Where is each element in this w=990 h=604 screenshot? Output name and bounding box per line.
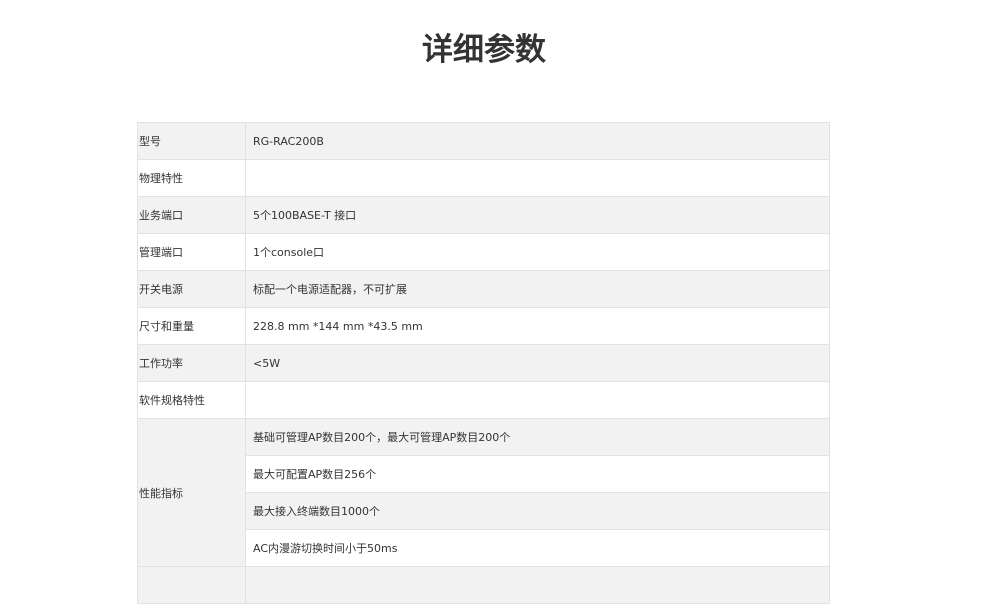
table-row: 业务端口 5个100BASE-T 接口 xyxy=(137,196,830,234)
spec-value: RG-RAC200B xyxy=(245,122,830,160)
spec-table: 型号 RG-RAC200B 物理特性 业务端口 5个100BASE-T 接口 管… xyxy=(137,122,830,604)
page-title: 详细参数 xyxy=(422,32,546,68)
spec-value: 最大可配置AP数目256个 xyxy=(245,455,830,493)
spec-value xyxy=(245,381,830,419)
spec-label: 型号 xyxy=(137,122,246,160)
table-row: 管理端口 1个console口 xyxy=(137,233,830,271)
table-row: 工作功率 <5W xyxy=(137,344,830,382)
spec-label: 工作功率 xyxy=(137,344,246,382)
spec-label: 尺寸和重量 xyxy=(137,307,246,345)
spec-value xyxy=(245,566,830,604)
spec-value xyxy=(245,159,830,197)
spec-value: 5个100BASE-T 接口 xyxy=(245,196,830,234)
spec-label xyxy=(137,566,246,604)
spec-label: 性能指标 xyxy=(137,418,246,567)
spec-value: 1个console口 xyxy=(245,233,830,271)
table-row: 物理特性 xyxy=(137,159,830,197)
spec-label: 管理端口 xyxy=(137,233,246,271)
table-row xyxy=(137,566,830,604)
table-row: 开关电源 标配一个电源适配器，不可扩展 xyxy=(137,270,830,308)
spec-label: 软件规格特性 xyxy=(137,381,246,419)
table-row: 软件规格特性 xyxy=(137,381,830,419)
spec-value: AC内漫游切换时间小于50ms xyxy=(245,529,830,567)
spec-value: 标配一个电源适配器，不可扩展 xyxy=(245,270,830,308)
spec-value: 最大接入终端数目1000个 xyxy=(245,492,830,530)
spec-label: 业务端口 xyxy=(137,196,246,234)
table-row: 型号 RG-RAC200B xyxy=(137,122,830,160)
spec-value: <5W xyxy=(245,344,830,382)
table-row: 性能指标 基础可管理AP数目200个，最大可管理AP数目200个 xyxy=(137,418,830,567)
spec-value: 基础可管理AP数目200个，最大可管理AP数目200个 xyxy=(245,418,830,456)
spec-label: 物理特性 xyxy=(137,159,246,197)
spec-value: 228.8 mm *144 mm *43.5 mm xyxy=(245,307,830,345)
table-row: 尺寸和重量 228.8 mm *144 mm *43.5 mm xyxy=(137,307,830,345)
spec-label: 开关电源 xyxy=(137,270,246,308)
